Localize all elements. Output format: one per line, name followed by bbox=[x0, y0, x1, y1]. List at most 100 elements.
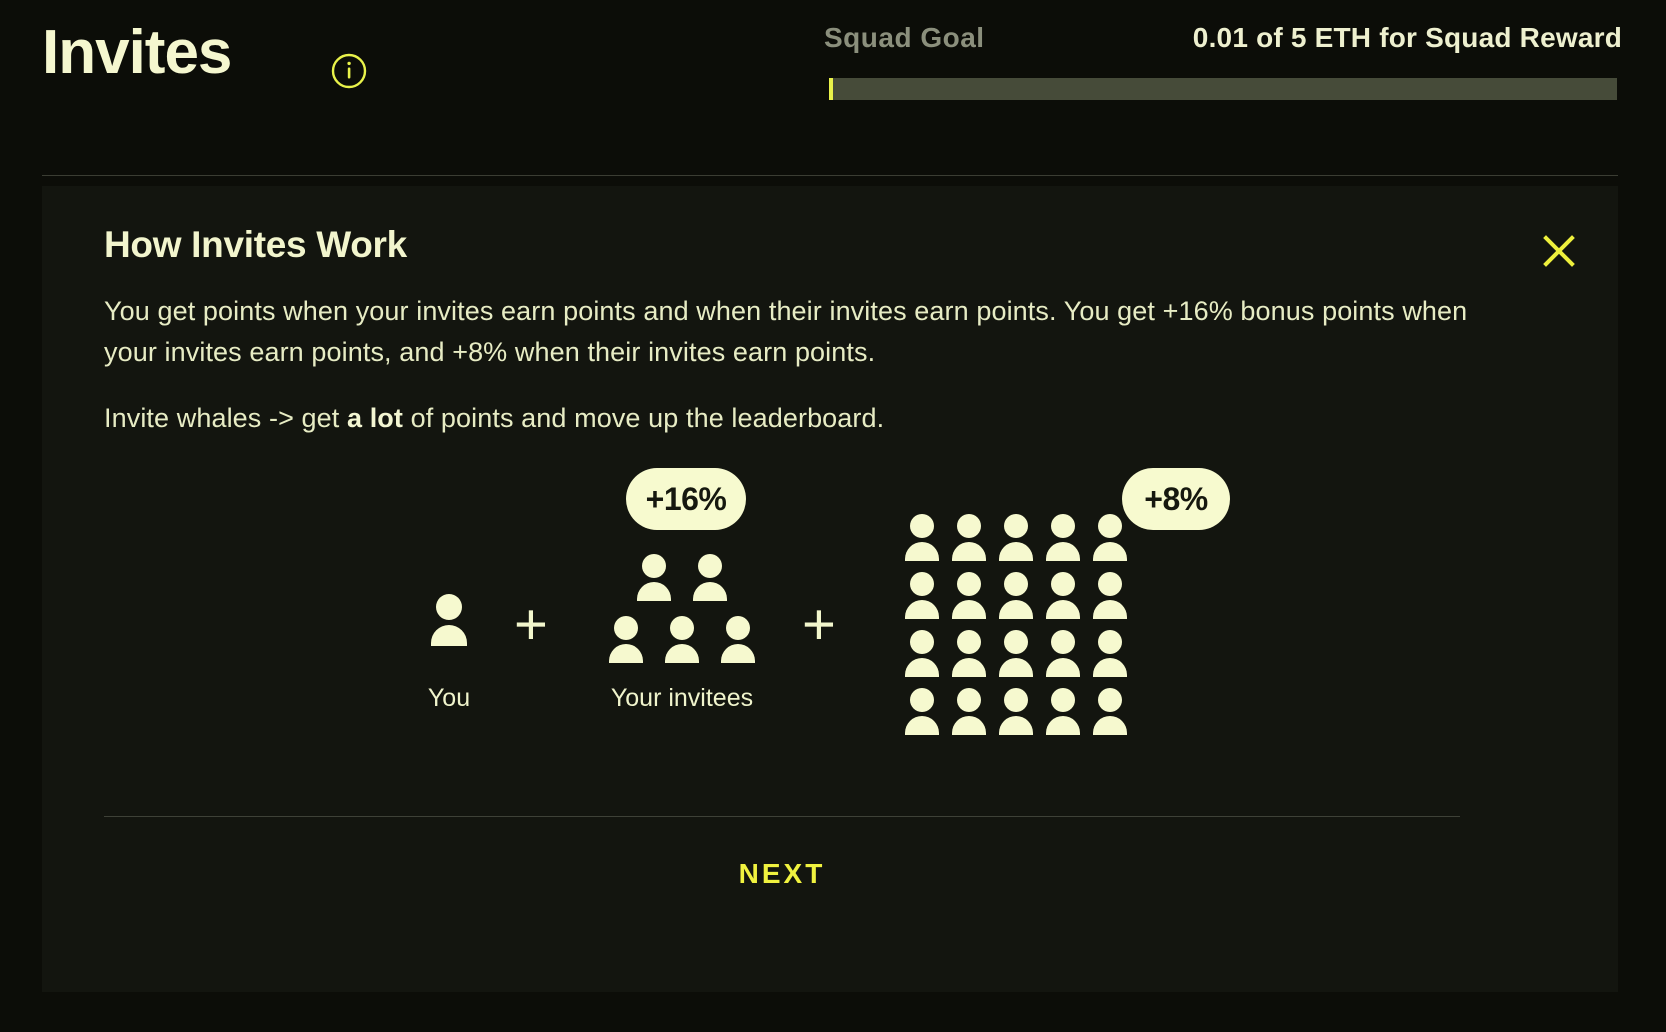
page-title: Invites bbox=[42, 18, 232, 87]
person-body bbox=[905, 658, 939, 677]
person-body bbox=[721, 644, 755, 663]
second-degree-persons bbox=[904, 514, 1154, 744]
person-body bbox=[1093, 658, 1127, 677]
person-head bbox=[614, 616, 638, 640]
person-head bbox=[1098, 688, 1122, 712]
person-body bbox=[1046, 658, 1080, 677]
paragraph-whales: Invite whales -> get a lot of points and… bbox=[104, 398, 1504, 439]
page-header: Invites Squad Goal 0.01 of 5 ETH for Squ… bbox=[0, 0, 1666, 178]
diagram-group-you: You bbox=[384, 466, 514, 756]
person-icon bbox=[951, 514, 987, 561]
person-body bbox=[952, 600, 986, 619]
person-body bbox=[999, 600, 1033, 619]
person-icon bbox=[904, 572, 940, 619]
person-head bbox=[957, 572, 981, 596]
person-icon bbox=[951, 630, 987, 677]
person-head bbox=[1004, 514, 1028, 538]
how-invites-work-card: How Invites Work You get points when you… bbox=[42, 186, 1618, 992]
person-icon bbox=[904, 514, 940, 561]
person-head bbox=[436, 594, 462, 620]
person-body bbox=[952, 658, 986, 677]
person-body bbox=[1046, 600, 1080, 619]
person-icon bbox=[1092, 630, 1128, 677]
person-body bbox=[1093, 716, 1127, 735]
person-body bbox=[905, 716, 939, 735]
person-head bbox=[1098, 630, 1122, 654]
person-head bbox=[1051, 630, 1075, 654]
squad-goal-progress-bar bbox=[829, 78, 1617, 100]
person-head bbox=[1004, 572, 1028, 596]
invitees-label: Your invitees bbox=[610, 684, 754, 712]
person-icon bbox=[951, 572, 987, 619]
person-icon bbox=[636, 554, 672, 601]
person-head bbox=[642, 554, 666, 578]
person-icon bbox=[1045, 572, 1081, 619]
person-icon bbox=[1045, 514, 1081, 561]
person-body bbox=[609, 644, 643, 663]
card-divider bbox=[104, 816, 1460, 817]
person-body bbox=[952, 542, 986, 561]
squad-goal-label: Squad Goal bbox=[824, 22, 985, 53]
person-head bbox=[957, 630, 981, 654]
person-body bbox=[905, 542, 939, 561]
person-body bbox=[952, 716, 986, 735]
person-icon bbox=[429, 594, 469, 646]
person-icon bbox=[1092, 514, 1128, 561]
person-icon bbox=[1092, 572, 1128, 619]
person-head bbox=[1098, 572, 1122, 596]
invitees-persons bbox=[584, 554, 780, 664]
person-head bbox=[910, 514, 934, 538]
diagram-group-second-degree: +8% bbox=[882, 466, 1230, 756]
card-title: How Invites Work bbox=[104, 224, 407, 265]
close-button[interactable] bbox=[1536, 228, 1582, 274]
diagram-group-invitees: +16% Your invitees bbox=[584, 466, 780, 756]
person-icon bbox=[692, 554, 728, 601]
person-icon bbox=[998, 514, 1034, 561]
person-body bbox=[1046, 542, 1080, 561]
person-head bbox=[1051, 572, 1075, 596]
person-head bbox=[957, 688, 981, 712]
person-body bbox=[999, 716, 1033, 735]
person-body bbox=[665, 644, 699, 663]
close-x-icon bbox=[1543, 235, 1575, 267]
person-icon bbox=[1092, 688, 1128, 735]
person-head bbox=[1004, 630, 1028, 654]
person-icon bbox=[608, 616, 644, 663]
person-head bbox=[1051, 688, 1075, 712]
person-head bbox=[910, 688, 934, 712]
whales-text-pre: Invite whales -> get bbox=[104, 403, 347, 433]
person-head bbox=[1004, 688, 1028, 712]
person-icon bbox=[904, 688, 940, 735]
squad-goal-value: 0.01 of 5 ETH for Squad Reward bbox=[1192, 22, 1622, 53]
invites-diagram: You + +16% Your invitees + +8% bbox=[42, 466, 1618, 776]
person-body bbox=[1093, 542, 1127, 561]
person-head bbox=[957, 514, 981, 538]
person-body bbox=[431, 625, 467, 646]
person-icon bbox=[664, 616, 700, 663]
person-icon bbox=[998, 572, 1034, 619]
info-circle-icon[interactable] bbox=[330, 52, 368, 90]
person-icon bbox=[720, 616, 756, 663]
person-body bbox=[999, 658, 1033, 677]
next-button[interactable]: NEXT bbox=[42, 858, 1522, 890]
person-head bbox=[910, 630, 934, 654]
person-head bbox=[1098, 514, 1122, 538]
person-body bbox=[999, 542, 1033, 561]
person-icon bbox=[1045, 630, 1081, 677]
whales-text-bold: a lot bbox=[346, 403, 403, 433]
person-head bbox=[1051, 514, 1075, 538]
squad-goal-progress-fill bbox=[829, 78, 834, 100]
you-label: You bbox=[427, 684, 471, 712]
person-icon bbox=[904, 630, 940, 677]
person-body bbox=[637, 582, 671, 601]
invites-screen: Invites Squad Goal 0.01 of 5 ETH for Squ… bbox=[0, 0, 1666, 1032]
person-body bbox=[905, 600, 939, 619]
invitees-bonus-badge: +16% bbox=[626, 468, 746, 530]
paragraph-bonus-explanation: You get points when your invites earn po… bbox=[104, 296, 1468, 367]
person-body bbox=[693, 582, 727, 601]
person-head bbox=[726, 616, 750, 640]
person-icon bbox=[998, 688, 1034, 735]
person-head bbox=[698, 554, 722, 578]
person-head bbox=[670, 616, 694, 640]
you-persons bbox=[384, 594, 514, 650]
